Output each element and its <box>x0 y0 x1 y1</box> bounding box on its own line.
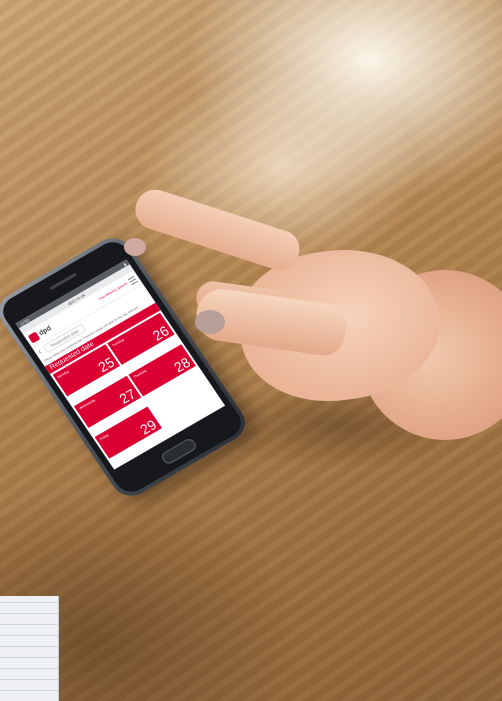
day-number: 27 <box>116 385 139 407</box>
day-name: Monday <box>56 369 70 379</box>
home-button[interactable] <box>159 436 199 466</box>
notebook-paper <box>0 596 59 701</box>
index-fingernail <box>124 238 146 256</box>
day-name: Friday <box>99 433 110 442</box>
day-name: Thursday <box>132 368 148 379</box>
day-number: 25 <box>94 353 118 376</box>
brand-name: dpd <box>37 324 53 337</box>
day-number: 29 <box>137 416 160 438</box>
day-name: Tuesday <box>111 337 126 348</box>
day-name: Wednesday <box>77 397 97 411</box>
phone-screen: 12:50 ▮ dpd.co.uk dpd Your delivery opti… <box>15 259 226 470</box>
day-number: 26 <box>149 322 172 344</box>
thumb-nail <box>195 310 225 334</box>
menu-icon[interactable] <box>127 275 138 285</box>
index-finger <box>130 184 305 276</box>
photo-scene: 12:50 ▮ dpd.co.uk dpd Your delivery opti… <box>0 0 502 701</box>
earpiece <box>49 272 77 291</box>
day-number: 28 <box>170 353 194 375</box>
back-chevron-icon[interactable]: ‹ <box>36 347 43 356</box>
